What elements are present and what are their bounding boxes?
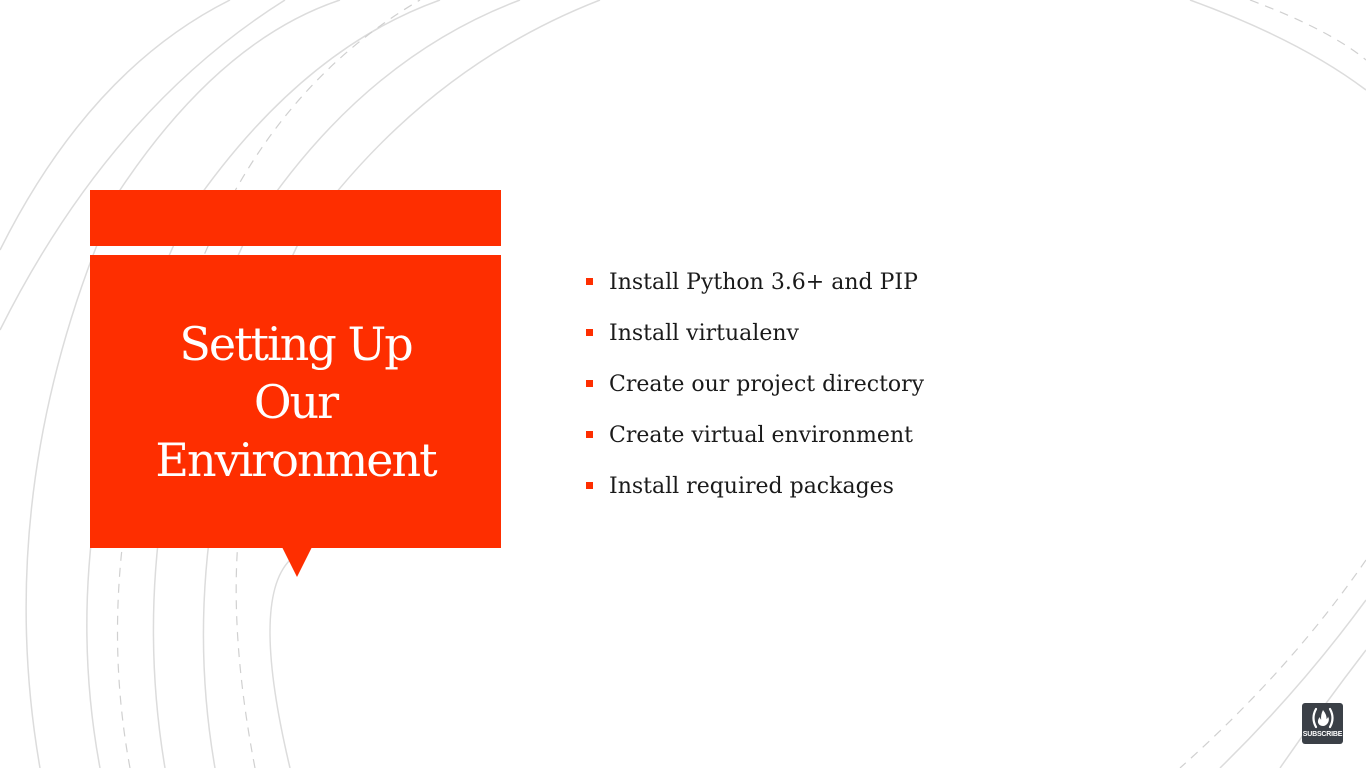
square-bullet-icon bbox=[586, 482, 593, 489]
bullet-list: Install Python 3.6+ and PIP Install virt… bbox=[585, 265, 924, 520]
bullet-text: Create virtual environment bbox=[609, 423, 913, 448]
bullet-item: Create our project directory bbox=[585, 367, 924, 418]
slide: Setting Up Our Environment Install Pytho… bbox=[0, 0, 1366, 768]
bullet-text: Install required packages bbox=[609, 474, 894, 499]
subscribe-label: SUBSCRIBE bbox=[1302, 731, 1343, 738]
bullet-text: Install virtualenv bbox=[609, 321, 799, 346]
fire-brackets-icon bbox=[1311, 707, 1334, 729]
slide-title: Setting Up Our Environment bbox=[155, 316, 437, 487]
square-bullet-icon bbox=[586, 431, 593, 438]
subscribe-button[interactable]: SUBSCRIBE bbox=[1302, 703, 1343, 744]
bullet-text: Install Python 3.6+ and PIP bbox=[609, 270, 918, 295]
square-bullet-icon bbox=[586, 329, 593, 336]
bullet-item: Install virtualenv bbox=[585, 316, 924, 367]
title-pointer bbox=[282, 547, 312, 577]
square-bullet-icon bbox=[586, 380, 593, 387]
bullet-item: Create virtual environment bbox=[585, 418, 924, 469]
title-accent-bar bbox=[90, 190, 501, 246]
bullet-item: Install Python 3.6+ and PIP bbox=[585, 265, 924, 316]
bullet-text: Create our project directory bbox=[609, 372, 925, 397]
title-box: Setting Up Our Environment bbox=[90, 255, 501, 548]
bullet-item: Install required packages bbox=[585, 469, 924, 520]
square-bullet-icon bbox=[586, 278, 593, 285]
